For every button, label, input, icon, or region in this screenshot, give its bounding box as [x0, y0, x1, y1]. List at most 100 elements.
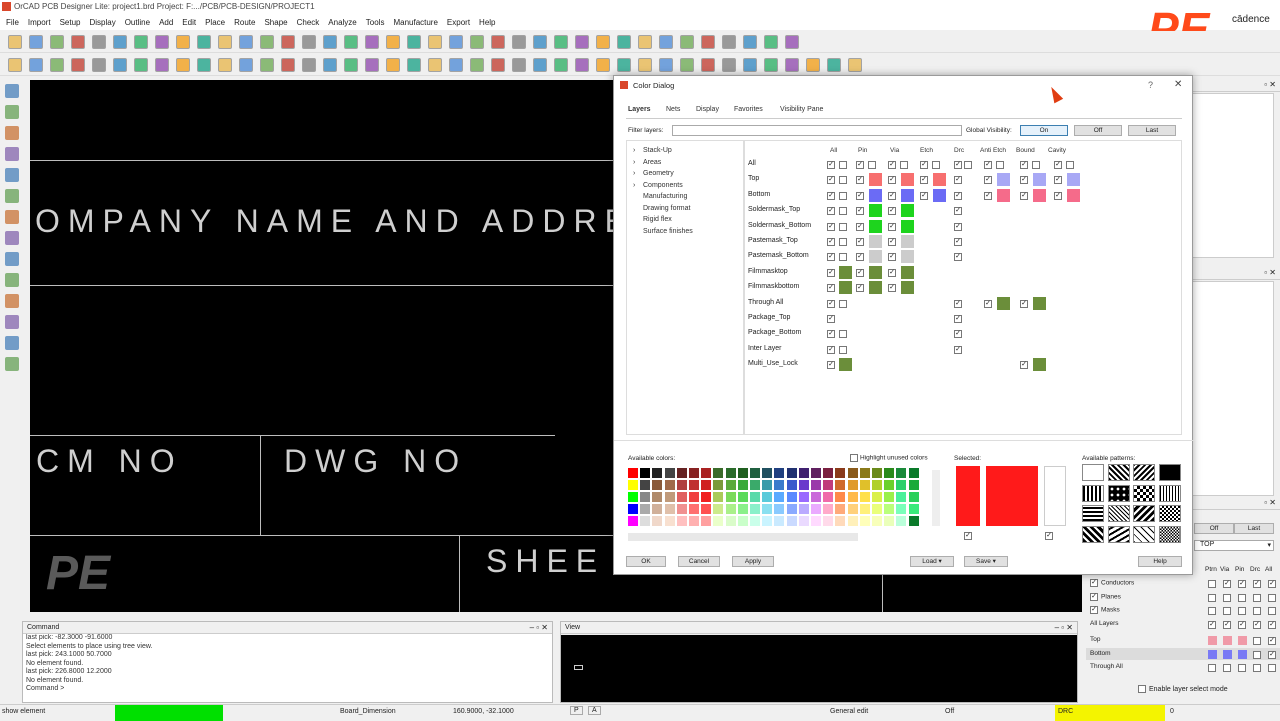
palette-color-cell[interactable] [713, 480, 724, 490]
layer-color-swatch[interactable] [1067, 173, 1080, 187]
visibility-checkbox[interactable]: ✓ [920, 161, 928, 169]
menu-export[interactable]: Export [447, 15, 470, 30]
toolbar-button-icon[interactable] [386, 58, 400, 72]
palette-color-cell[interactable] [701, 480, 712, 490]
palette-color-cell[interactable] [725, 492, 736, 502]
toolbar-button-icon[interactable] [596, 35, 610, 49]
layer-color-swatch[interactable] [901, 219, 914, 233]
palette-color-cell[interactable] [835, 492, 846, 502]
palette-color-cell[interactable] [762, 492, 773, 502]
visibility-checkbox[interactable]: ✓ [954, 299, 962, 308]
palette-color-cell[interactable] [628, 516, 638, 526]
palette-color-cell[interactable] [652, 480, 663, 490]
menu-check[interactable]: Check [297, 15, 320, 30]
visibility-checkbox[interactable] [900, 161, 908, 169]
toolbar-button-icon[interactable] [428, 35, 442, 49]
visibility-checkbox[interactable] [839, 222, 847, 231]
visibility-checkbox[interactable]: ✓ [1238, 620, 1246, 629]
palette-color-cell[interactable] [872, 492, 882, 502]
visibility-checkbox[interactable]: ✓ [888, 253, 896, 262]
visibility-checkbox[interactable] [839, 299, 847, 308]
left-tool-icon[interactable] [5, 252, 19, 266]
toolbar-button-icon[interactable] [239, 58, 253, 72]
palette-color-cell[interactable] [786, 504, 797, 514]
toolbar-button-icon[interactable] [617, 58, 631, 72]
palette-color-cell[interactable] [798, 492, 809, 502]
toolbar-button-icon[interactable] [428, 58, 442, 72]
palette-color-cell[interactable] [859, 492, 870, 502]
toolbar-button-icon[interactable] [92, 35, 106, 49]
left-tool-icon[interactable] [5, 273, 19, 287]
toolbar-button-icon[interactable] [743, 35, 757, 49]
visibility-checkbox[interactable] [1268, 607, 1276, 615]
palette-hscroll[interactable] [628, 533, 858, 541]
visibility-checkbox[interactable] [839, 207, 847, 216]
visibility-checkbox[interactable] [964, 161, 972, 169]
toolbar-button-icon[interactable] [575, 35, 589, 49]
palette-color-cell[interactable] [628, 480, 638, 490]
help-button[interactable]: Help [1138, 556, 1182, 567]
palette-color-cell[interactable] [676, 492, 687, 502]
vis-off-button[interactable]: Off [1194, 523, 1234, 534]
palette-color-cell[interactable] [774, 504, 785, 514]
toolbar-button-icon[interactable] [218, 35, 232, 49]
group-checkbox[interactable]: ✓ [1090, 579, 1098, 587]
palette-scrollbar[interactable] [932, 470, 940, 526]
palette-color-cell[interactable] [701, 516, 712, 526]
toolbar-button-icon[interactable] [407, 58, 421, 72]
pattern-swatch[interactable] [1107, 525, 1130, 543]
layer-color-swatch[interactable] [869, 235, 882, 248]
palette-color-cell[interactable] [823, 480, 834, 490]
tab-nets[interactable]: Nets [666, 106, 680, 113]
visibility-group[interactable]: ✓ Conductors [1090, 579, 1134, 587]
visibility-checkbox[interactable]: ✓ [1020, 176, 1028, 185]
toolbar-button-icon[interactable] [554, 35, 568, 49]
toolbar-button-icon[interactable] [785, 35, 799, 49]
visibility-checkbox[interactable]: ✓ [920, 191, 928, 200]
toolbar-button-icon[interactable] [407, 35, 421, 49]
palette-color-cell[interactable] [847, 492, 858, 502]
visibility-checkbox[interactable]: ✓ [984, 191, 992, 200]
visibility-checkbox[interactable]: ✓ [954, 161, 962, 169]
palette-color-cell[interactable] [847, 480, 858, 490]
palette-color-cell[interactable] [725, 516, 736, 526]
palette-color-cell[interactable] [652, 468, 663, 478]
visibility-checkbox[interactable] [1253, 664, 1261, 672]
visibility-checkbox[interactable] [1253, 607, 1261, 615]
palette-color-cell[interactable] [737, 480, 748, 490]
toolbar-button-icon[interactable] [470, 35, 484, 49]
visibility-checkbox[interactable]: ✓ [1268, 637, 1276, 645]
layer-color-swatch[interactable] [1208, 649, 1217, 659]
toolbar-button-icon[interactable] [764, 58, 778, 72]
palette-color-cell[interactable] [664, 492, 675, 502]
visibility-checkbox[interactable]: ✓ [954, 176, 962, 185]
group-checkbox[interactable]: ✓ [1090, 592, 1098, 601]
palette-color-cell[interactable] [798, 480, 809, 490]
toolbar-button-icon[interactable] [50, 58, 64, 72]
layer-color-swatch[interactable] [901, 265, 914, 279]
layer-color-swatch[interactable] [839, 281, 852, 295]
visibility-checkbox[interactable]: ✓ [827, 238, 835, 246]
layer-color-swatch[interactable] [901, 250, 914, 264]
layer-row[interactable] [1086, 647, 1280, 660]
visibility-off-button[interactable]: Off [1074, 125, 1122, 136]
palette-color-cell[interactable] [847, 468, 858, 478]
pattern-swatch[interactable] [1133, 464, 1155, 481]
menu-file[interactable]: File [6, 15, 19, 30]
layer-color-swatch[interactable] [1033, 296, 1046, 310]
layer-color-swatch[interactable] [839, 265, 852, 279]
palette-color-cell[interactable] [762, 468, 773, 478]
visibility-checkbox[interactable] [839, 176, 847, 185]
palette-color-cell[interactable] [701, 492, 712, 502]
visibility-checkbox[interactable]: ✓ [888, 191, 896, 200]
menu-display[interactable]: Display [89, 15, 115, 30]
ok-button[interactable]: OK [626, 556, 666, 567]
palette-color-cell[interactable] [652, 516, 663, 526]
toolbar-button-icon[interactable] [638, 58, 652, 72]
palette-color-cell[interactable] [640, 492, 651, 502]
toolbar-button-icon[interactable] [260, 58, 274, 72]
visibility-checkbox[interactable]: ✓ [1020, 361, 1028, 370]
palette-color-cell[interactable] [676, 468, 687, 478]
left-tool-icon[interactable] [5, 189, 19, 203]
toolbar-button-icon[interactable] [134, 35, 148, 49]
